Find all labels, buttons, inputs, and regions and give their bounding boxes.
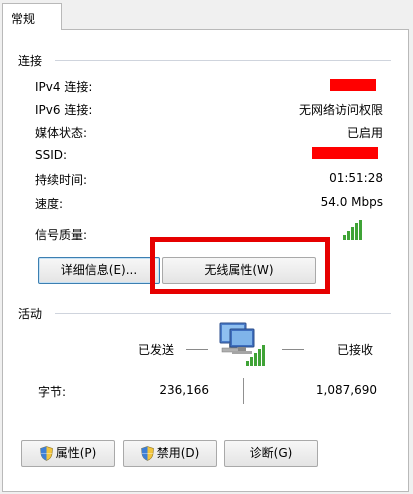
activity-vertical-divider xyxy=(243,378,244,404)
duration-value: 01:51:28 xyxy=(329,171,383,185)
signal-strength-icon xyxy=(343,220,362,240)
network-computer-icon xyxy=(216,321,270,367)
speed-label: 速度: xyxy=(35,197,64,211)
activity-section-title: 活动 xyxy=(18,307,43,321)
received-connector-line xyxy=(282,349,304,350)
tab-general-label: 常规 xyxy=(11,12,36,26)
ipv6-value: 无网络访问权限 xyxy=(298,103,383,117)
uac-shield-icon xyxy=(140,446,154,461)
signal-quality-label: 信号质量: xyxy=(35,228,88,242)
ipv4-value-redacted xyxy=(330,79,376,91)
wireless-properties-button[interactable]: 无线属性(W) xyxy=(162,257,316,284)
tab-general[interactable]: 常规 xyxy=(2,3,62,30)
received-label: 已接收 xyxy=(337,343,374,357)
bytes-received-value: 1,087,690 xyxy=(315,383,377,397)
ssid-value-redacted xyxy=(312,147,378,159)
activity-section-divider xyxy=(55,313,391,314)
connection-section-divider xyxy=(55,60,391,61)
media-state-label: 媒体状态: xyxy=(35,126,88,140)
ipv6-label: IPv6 连接: xyxy=(35,103,93,117)
disable-button-label: 禁用(D) xyxy=(156,446,200,460)
uac-shield-icon xyxy=(39,446,53,461)
media-state-value: 已启用 xyxy=(346,126,383,140)
ipv4-label: IPv4 连接: xyxy=(35,80,93,94)
duration-label: 持续时间: xyxy=(35,173,88,187)
bytes-label: 字节: xyxy=(38,385,67,399)
properties-button-label: 属性(P) xyxy=(55,446,97,460)
diagnose-button[interactable]: 诊断(G) xyxy=(224,440,318,467)
disable-button[interactable]: 禁用(D) xyxy=(123,440,217,467)
sent-connector-line xyxy=(186,349,208,350)
connection-section-title: 连接 xyxy=(18,54,43,68)
sent-label: 已发送 xyxy=(138,343,175,357)
properties-button[interactable]: 属性(P) xyxy=(21,440,115,467)
speed-value: 54.0 Mbps xyxy=(320,195,383,209)
details-button[interactable]: 详细信息(E)... xyxy=(38,257,160,284)
ssid-label: SSID: xyxy=(35,148,68,162)
bytes-sent-value: 236,166 xyxy=(159,383,209,397)
